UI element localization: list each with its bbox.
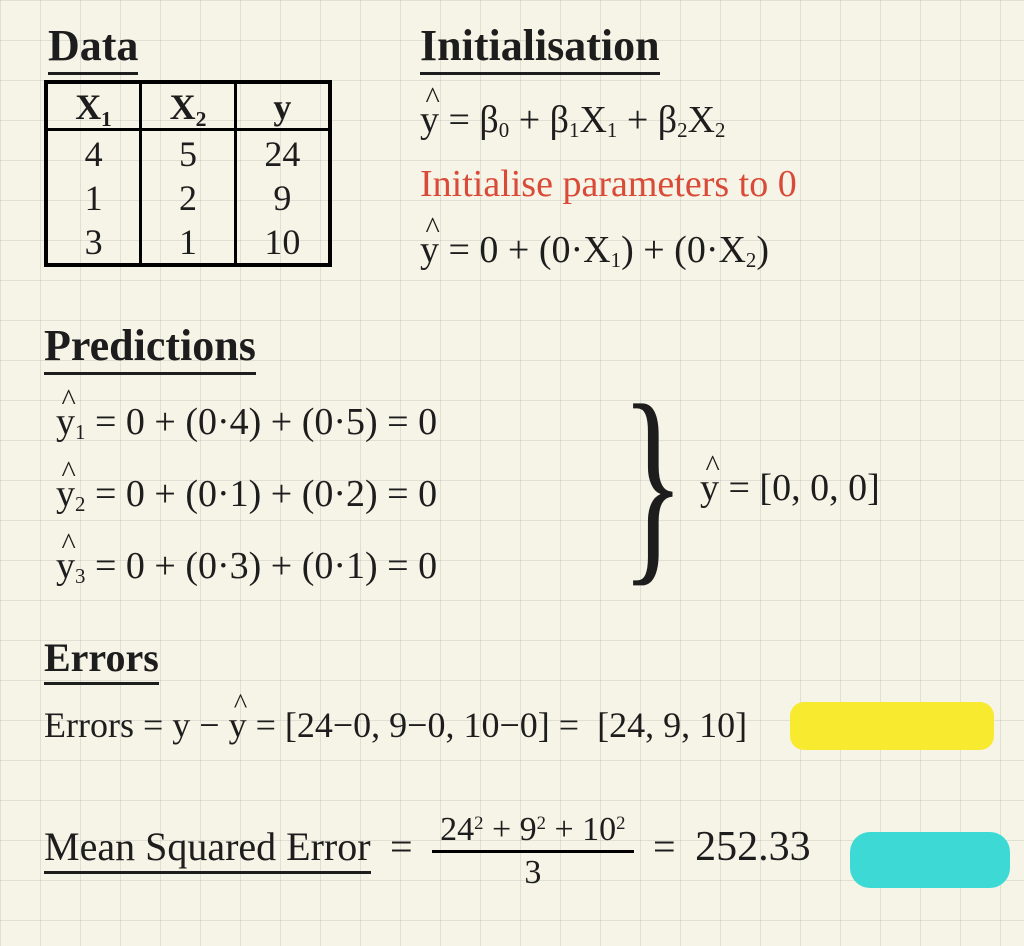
cell: 3 <box>48 219 142 263</box>
heading-predictions: Predictions <box>44 321 256 375</box>
mse-numerator: 242 + 92 + 102 <box>432 812 633 853</box>
model-equation: y = β0 + β1X1 + β2X2 <box>420 98 725 143</box>
cell: 4 <box>48 131 142 175</box>
data-table-header: X₁ X₂ y <box>48 84 328 131</box>
cell: 1 <box>142 219 236 263</box>
cell: 5 <box>142 131 236 175</box>
col-x2: X₂ <box>142 84 236 131</box>
table-row: 3 1 10 <box>48 219 328 263</box>
prediction-y3: y3 = 0 + (0·3) + (0·1) = 0 <box>56 544 437 589</box>
cell: 1 <box>48 175 142 219</box>
col-x1: X₁ <box>48 84 142 131</box>
cell: 10 <box>237 219 328 263</box>
table-row: 4 5 24 <box>48 131 328 175</box>
prediction-y2: y2 = 0 + (0·1) + (0·2) = 0 <box>56 472 437 517</box>
heading-mse: Mean Squared Error <box>44 824 371 874</box>
col-y: y <box>237 84 328 131</box>
model-equation-initialised: y = 0 + (0·X1) + (0·X2) <box>420 228 769 273</box>
cell: 24 <box>237 131 328 175</box>
highlight-mse-result <box>850 832 1010 888</box>
heading-initialisation: Initialisation <box>420 21 660 75</box>
mse-line: Mean Squared Error = 242 + 92 + 102 3 = … <box>44 812 811 890</box>
errors-result: [24, 9, 10] <box>597 705 747 745</box>
errors-line: Errors = y − y = [24−0, 9−0, 10−0] = [24… <box>44 704 747 746</box>
highlight-errors-result <box>790 702 994 750</box>
cell: 2 <box>142 175 236 219</box>
mse-result: 252.33 <box>695 824 811 870</box>
cell: 9 <box>237 175 328 219</box>
table-row: 1 2 9 <box>48 175 328 219</box>
init-note: Initialise parameters to 0 <box>420 162 797 206</box>
heading-data: Data <box>48 21 138 75</box>
prediction-vector: y = [0, 0, 0] <box>700 466 880 510</box>
data-table: X₁ X₂ y 4 5 24 1 2 9 3 1 10 <box>44 80 332 267</box>
heading-errors: Errors <box>44 635 159 685</box>
curly-brace-icon: } <box>621 372 684 592</box>
mse-denominator: 3 <box>432 853 633 891</box>
prediction-y1: y1 = 0 + (0·4) + (0·5) = 0 <box>56 400 437 445</box>
